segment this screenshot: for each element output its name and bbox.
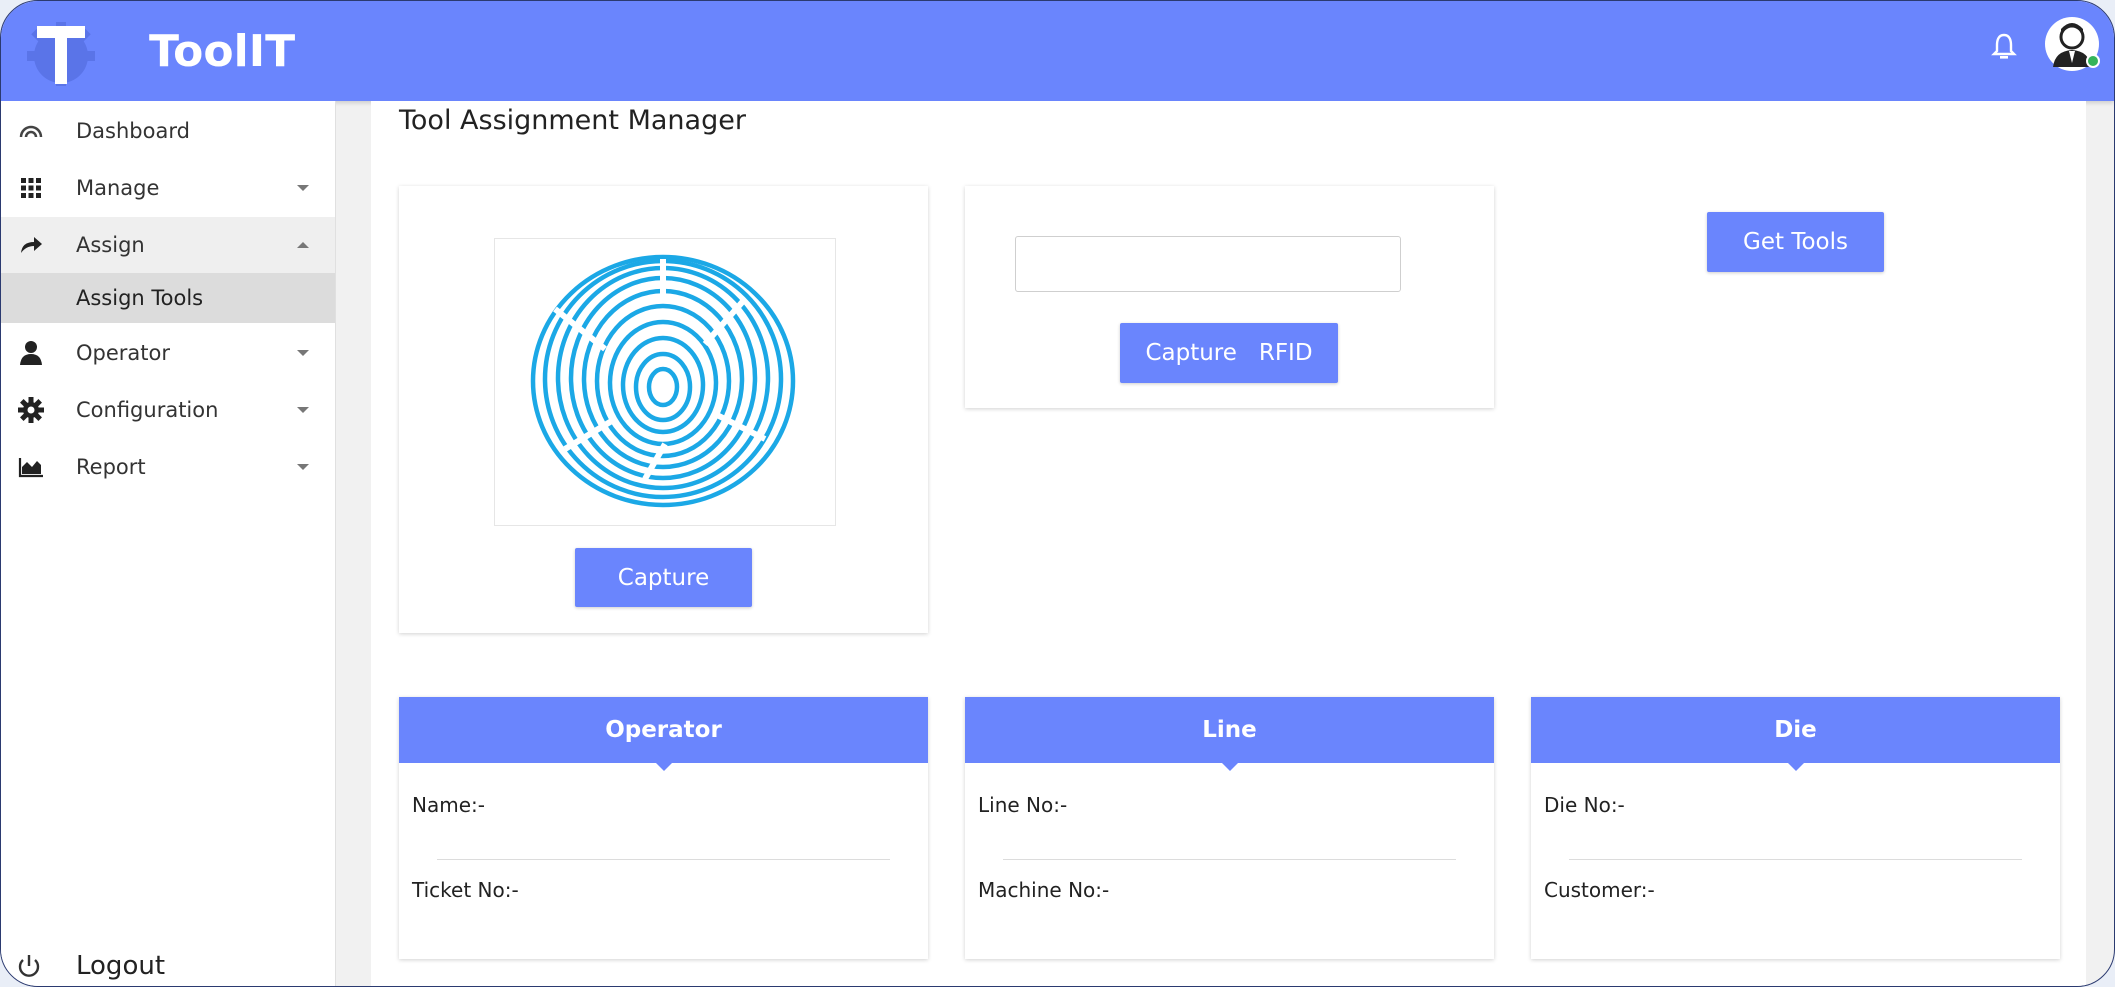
logout-label: Logout bbox=[76, 951, 166, 981]
sidebar-item-label: Configuration bbox=[76, 398, 219, 422]
sidebar-item-configuration[interactable]: Configuration bbox=[1, 382, 335, 438]
panel-title: Operator bbox=[399, 697, 928, 771]
power-icon bbox=[18, 955, 40, 977]
chevron-up-icon bbox=[297, 242, 309, 248]
sidebar-item-operator[interactable]: Operator bbox=[1, 325, 335, 381]
line-panel: Line Line No:- Machine No:- bbox=[965, 697, 1494, 959]
gear-icon bbox=[18, 397, 44, 423]
top-bar: ToolIT bbox=[1, 1, 2114, 101]
chevron-down-icon bbox=[297, 185, 309, 191]
user-icon bbox=[20, 341, 42, 365]
customer-field: Customer:- bbox=[1544, 878, 1655, 902]
sidebar-item-label: Report bbox=[76, 455, 146, 479]
sidebar-item-dashboard[interactable]: Dashboard bbox=[1, 103, 335, 159]
grid-icon bbox=[21, 178, 41, 198]
line-number-field: Line No:- bbox=[978, 793, 1068, 817]
divider bbox=[1569, 859, 2022, 860]
divider bbox=[1003, 859, 1456, 860]
area-chart-icon bbox=[18, 458, 43, 478]
sidebar-subitem-label: Assign Tools bbox=[76, 286, 204, 310]
rfid-input[interactable] bbox=[1015, 236, 1401, 292]
operator-panel: Operator Name:- Ticket No:- bbox=[399, 697, 928, 959]
sidebar-item-manage[interactable]: Manage bbox=[1, 160, 335, 216]
brand[interactable]: ToolIT bbox=[19, 9, 295, 93]
sidebar-subitem-assign-tools[interactable]: Assign Tools bbox=[1, 273, 335, 323]
get-tools-button[interactable]: Get Tools bbox=[1707, 212, 1884, 272]
logout-button[interactable]: Logout bbox=[1, 941, 335, 986]
fingerprint-image-frame bbox=[494, 238, 836, 526]
toolit-logo-icon bbox=[27, 22, 95, 86]
sidebar-item-assign[interactable]: Assign bbox=[1, 217, 335, 273]
app-name: ToolIT bbox=[149, 25, 296, 77]
user-avatar-icon[interactable] bbox=[2043, 15, 2101, 73]
sidebar-item-label: Operator bbox=[76, 341, 170, 365]
sidebar-item-label: Manage bbox=[76, 176, 160, 200]
panel-title: Line bbox=[965, 697, 1494, 771]
die-panel: Die Die No:- Customer:- bbox=[1531, 697, 2060, 959]
dashboard-gauge-icon bbox=[19, 125, 43, 138]
fingerprint-card: Capture bbox=[399, 186, 928, 633]
die-number-field: Die No:- bbox=[1544, 793, 1625, 817]
page-title: Tool Assignment Manager bbox=[399, 105, 746, 136]
share-arrow-icon bbox=[21, 237, 42, 253]
app-window: ToolIT Dashboard Manage Assign Assign To… bbox=[0, 0, 2115, 987]
panel-title: Die bbox=[1531, 697, 2060, 771]
sidebar: Dashboard Manage Assign Assign Tools Ope… bbox=[1, 101, 336, 986]
operator-ticket-field: Ticket No:- bbox=[412, 878, 519, 902]
fingerprint-icon bbox=[530, 254, 796, 508]
rfid-card: Capture RFID bbox=[965, 186, 1494, 408]
chevron-down-icon bbox=[297, 464, 309, 470]
chevron-down-icon bbox=[297, 407, 309, 413]
operator-name-field: Name:- bbox=[412, 793, 485, 817]
chevron-down-icon bbox=[297, 350, 309, 356]
capture-rfid-button[interactable]: Capture RFID bbox=[1120, 323, 1338, 383]
machine-number-field: Machine No:- bbox=[978, 878, 1110, 902]
sidebar-item-label: Assign bbox=[76, 233, 145, 257]
main-content: Tool Assignment Manager Capture Capture … bbox=[371, 101, 2086, 986]
sidebar-item-report[interactable]: Report bbox=[1, 439, 335, 495]
capture-fingerprint-button[interactable]: Capture bbox=[575, 548, 752, 607]
sidebar-item-label: Dashboard bbox=[76, 119, 190, 143]
bell-icon[interactable] bbox=[1991, 31, 2017, 61]
divider bbox=[437, 859, 890, 860]
